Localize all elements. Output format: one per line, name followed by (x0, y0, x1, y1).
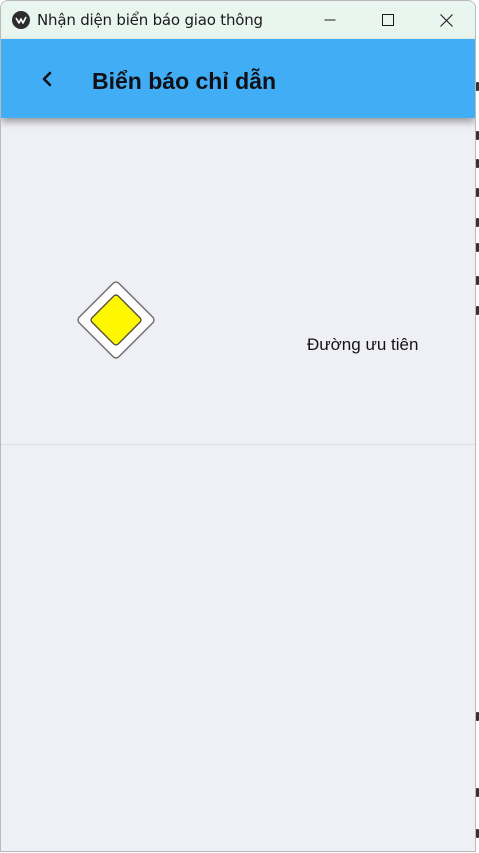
close-icon (439, 13, 453, 27)
app-logo-icon (12, 11, 30, 29)
minimize-icon (324, 19, 336, 21)
window-controls (301, 1, 475, 39)
sign-label: Đường ưu tiên (307, 335, 419, 354)
window-title: Nhận diện biển báo giao thông (37, 11, 263, 29)
app-bar: Biển báo chỉ dẫn (1, 39, 475, 118)
maximize-icon (382, 14, 394, 26)
minimize-button[interactable] (301, 1, 359, 39)
close-button[interactable] (417, 1, 475, 39)
maximize-button[interactable] (359, 1, 417, 39)
sign-list: Đường ưu tiên (1, 118, 475, 851)
list-item[interactable]: Đường ưu tiên (1, 118, 475, 445)
title-bar[interactable]: Nhận diện biển báo giao thông (1, 1, 475, 39)
page-title: Biển báo chỉ dẫn (92, 68, 277, 94)
app-window: Nhận diện biển báo giao thông Biển báo c… (0, 0, 476, 852)
chevron-left-icon (42, 71, 52, 87)
priority-road-sign-icon (66, 270, 166, 375)
back-button[interactable] (29, 61, 65, 97)
